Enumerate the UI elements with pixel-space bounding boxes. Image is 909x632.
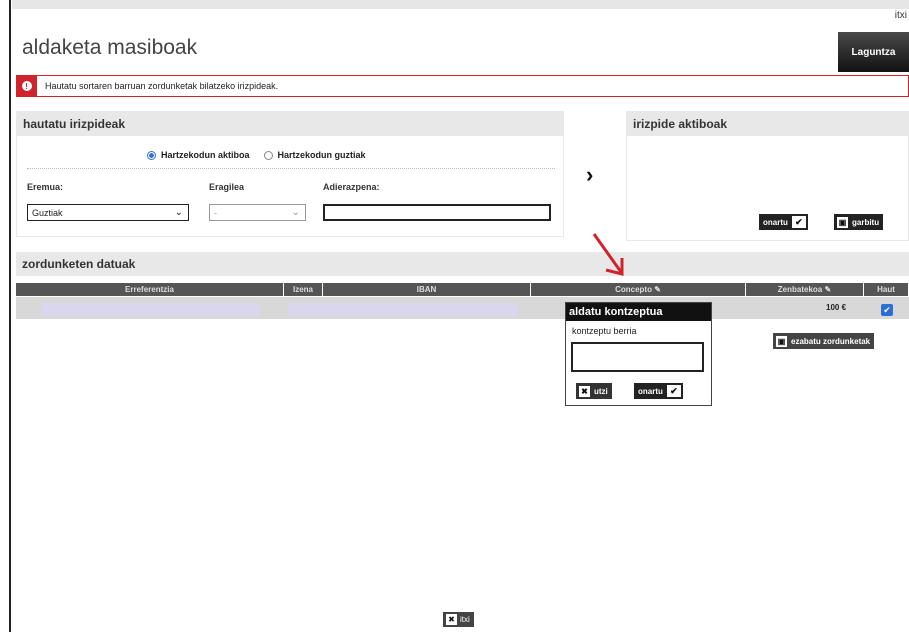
popup-confirm-button[interactable]: onartu ✔: [634, 383, 683, 399]
delete-debits-button[interactable]: ▣ ezabatu zordunketak: [773, 333, 875, 349]
edit-concept-popup: aldatu kontzeptua kontzeptu berria ✖ utz…: [565, 302, 712, 406]
cancel-button[interactable]: ✖ utzi: [576, 383, 612, 399]
popup-confirm-label: onartu: [638, 386, 663, 396]
add-criteria-arrow-icon[interactable]: ›: [586, 162, 593, 188]
alert-text: Hautatu sortaren barruan zordunketak bil…: [45, 81, 279, 91]
adierazpena-label: Adierazpena:: [323, 182, 380, 192]
confirm-criteria-button[interactable]: onartu ✔: [759, 214, 808, 230]
popup-title: aldatu kontzeptua: [566, 303, 711, 321]
help-button[interactable]: Laguntza: [838, 32, 909, 72]
eragilea-value: -: [214, 207, 217, 218]
eremua-label: Eremua:: [27, 182, 64, 192]
close-icon: ✖: [579, 385, 590, 397]
new-concept-input[interactable]: [571, 342, 704, 372]
radio-active[interactable]: Hartzekodun aktiboa: [147, 150, 250, 161]
radio-empty-icon: [263, 151, 273, 161]
data-section-title: zordunketen datuak: [16, 252, 909, 276]
close-link[interactable]: itxi: [895, 10, 907, 21]
zenbatekoa-label: Zenbatekoa: [777, 285, 823, 294]
red-arrow-icon: [592, 233, 624, 276]
clear-label: garbitu: [852, 217, 880, 227]
trash-icon: ▣: [776, 335, 787, 347]
column-header-iban[interactable]: IBAN: [323, 283, 531, 296]
cell-iban: [288, 303, 517, 316]
clear-button[interactable]: ▣ garbitu: [834, 214, 884, 230]
cancel-label: utzi: [594, 386, 608, 396]
alert-icon: !: [16, 75, 37, 97]
chevron-down-icon: ⌄: [174, 207, 183, 218]
chevron-down-icon: ⌄: [291, 207, 300, 218]
column-header-erreferentzia[interactable]: Erreferentzia: [16, 283, 284, 296]
check-icon: ✔: [666, 385, 681, 397]
criteria-title: hautatu irizpideak: [17, 112, 563, 136]
row-checkbox[interactable]: ✔: [881, 304, 893, 316]
confirm-criteria-label: onartu: [763, 217, 788, 227]
active-criteria-title: irizpide aktiboak: [627, 112, 908, 136]
criteria-panel: hautatu irizpideak Hartzekodun aktiboa H…: [16, 111, 564, 237]
check-icon: ✔: [791, 216, 806, 228]
concepto-label: Concepto: [615, 285, 652, 294]
edit-icon[interactable]: ✎: [654, 285, 661, 294]
radio-checked-icon: [147, 151, 156, 161]
trash-icon: ▣: [837, 216, 848, 228]
eragilea-label: Eragilea: [209, 182, 245, 192]
eremua-value: Guztiak: [32, 207, 63, 218]
top-bar: [12, 0, 909, 9]
eragilea-select[interactable]: - ⌄: [209, 204, 306, 221]
footer-close-label: itxi: [460, 615, 470, 624]
radio-active-label: Hartzekodun aktiboa: [161, 150, 250, 160]
column-header-concepto[interactable]: Concepto ✎: [531, 283, 746, 296]
edit-icon[interactable]: ✎: [825, 285, 832, 294]
alert-banner: ! Hautatu sortaren barruan zordunketak b…: [16, 75, 909, 97]
radio-all[interactable]: Hartzekodun guztiak: [263, 150, 366, 161]
column-header-hautatu[interactable]: Haut: [864, 283, 909, 296]
footer-close-button[interactable]: ✖ itxi: [443, 612, 474, 627]
column-header-izena[interactable]: Izena: [284, 283, 323, 296]
delete-debits-label: ezabatu zordunketak: [791, 336, 871, 346]
close-icon: ✖: [446, 614, 457, 625]
divider: [27, 168, 555, 169]
eremua-select[interactable]: Guztiak ⌄: [27, 204, 189, 221]
column-header-zenbatekoa[interactable]: Zenbatekoa ✎: [746, 283, 864, 296]
page-title: aldaketa masiboak: [22, 36, 198, 59]
popup-label: kontzeptu berria: [572, 326, 637, 336]
radio-all-label: Hartzekodun guztiak: [277, 150, 366, 160]
cell-amount: 100 €: [826, 303, 847, 312]
cell-erreferentzia: [42, 303, 260, 316]
left-border: [9, 0, 11, 632]
adierazpena-input[interactable]: [323, 204, 551, 221]
radio-group: Hartzekodun aktiboa Hartzekodun guztiak: [147, 150, 366, 161]
